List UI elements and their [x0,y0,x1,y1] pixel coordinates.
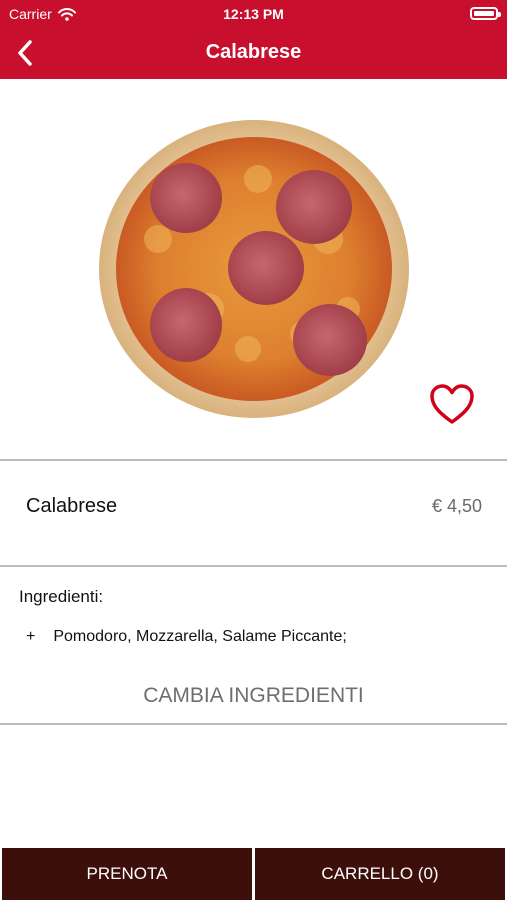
divider [0,459,507,461]
app-header: Carrier 12:13 PM Calabrese [0,0,507,79]
divider [0,565,507,567]
status-time: 12:13 PM [223,6,284,22]
ingredient-item: + Pomodoro, Mozzarella, Salame Piccante; [26,628,347,646]
book-button[interactable]: PRENOTA [2,848,252,900]
product-name: Calabrese [26,495,118,517]
ingredients-heading: Ingredienti: [19,587,104,606]
change-ingredients-button[interactable]: CAMBIA INGREDIENTI [0,684,507,708]
cart-button[interactable]: CARRELLO (0) [255,848,505,900]
ingredient-marker: + [26,628,36,645]
chevron-left-icon [18,40,32,66]
back-button[interactable] [8,36,42,70]
page-title: Calabrese [205,41,302,63]
pizza-image [99,120,409,418]
ingredient-text: Pomodoro, Mozzarella, Salame Piccante; [53,628,347,645]
heart-outline-icon [430,384,474,424]
status-bar: Carrier 12:13 PM [0,0,507,28]
bottom-action-bar: PRENOTA CARRELLO (0) [0,846,507,900]
battery-icon [470,7,501,20]
divider [0,723,507,725]
navigation-bar: Calabrese [0,28,507,79]
product-image-area [0,79,507,460]
battery-level [474,11,494,16]
favorite-button[interactable] [428,382,476,426]
product-price: € 4,50 [431,496,482,516]
